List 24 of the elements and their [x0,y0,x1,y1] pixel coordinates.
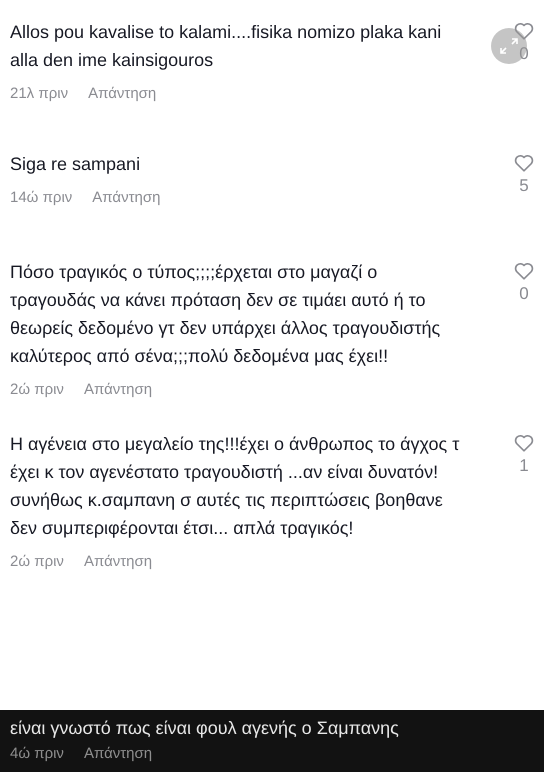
comment-time: 14ώ πριν [10,188,72,208]
like-count: 0 [519,284,529,304]
comment-time: 21λ πριν [10,84,68,104]
reply-link[interactable]: Απάντηση [84,744,152,764]
comment-time: 2ώ πριν [10,380,64,400]
comment-text: Η αγένεια στο μεγαλείο της!!!έχει ο άνθρωπος το άγχος τ έχει κ τον αγενέστατο τραγουδιστή ...αν είναι δυνατόν!συνήθως κ.σαμπανη σ αυτές τις περιπτώσεις βοηθανε δεν συμπεριφέρονται έτσι... απλά τραγικός! [10,433,460,540]
reply-link[interactable]: Απάντηση [88,84,156,104]
heart-icon[interactable] [512,20,536,42]
comment-text: είναι γνωστό πως είναι φουλ αγενής ο Σαμπανης [10,717,400,740]
expand-button[interactable] [491,28,527,64]
comment-time: 2ώ πριν [10,552,64,572]
reply-link[interactable]: Απάντηση [92,188,160,208]
like-count: 5 [519,176,529,196]
reply-link[interactable]: Απάντηση [84,380,152,400]
heart-icon[interactable] [512,432,536,454]
comment-text: Allos pou kavalise to kalami....fisika nomizo plaka kani alla den ime kainsigouros [10,21,442,72]
comment-time: 4ώ πριν [10,744,64,764]
like-count: 1 [519,456,529,476]
reply-link[interactable]: Απάντηση [84,552,152,572]
comment-text: Siga re sampani [10,153,142,176]
like-count: 0 [519,44,529,64]
heart-icon[interactable] [512,260,536,282]
comment-text: Πόσο τραγικός ο τύπος;;;;έρχεται στο μαγαζί ο τραγουδάς να κάνει πρόταση δεν σε τιμάει αυτό ή το θεωρείς δεδομένο γτ δεν υπάρχει άλλος τραγουδιστής καλύτερος από σένα;;;πολύ δεδομένα μας έχει!! [10,261,442,368]
heart-icon[interactable] [512,152,536,174]
